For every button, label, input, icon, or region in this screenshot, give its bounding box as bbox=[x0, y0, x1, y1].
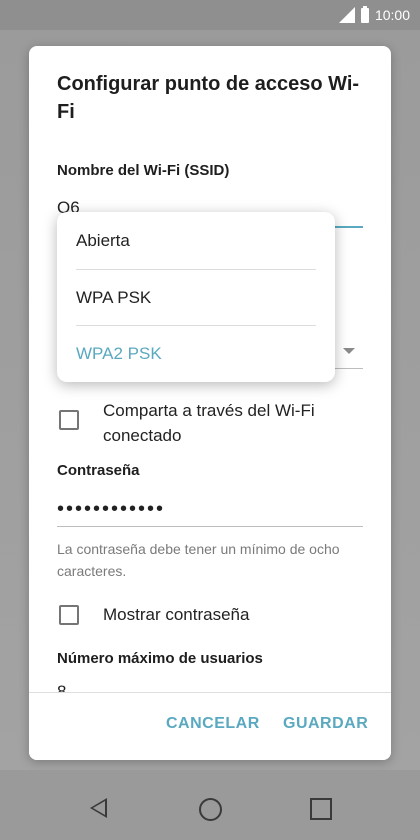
security-options-popup: Abierta WPA PSK WPA2 PSK bbox=[57, 212, 335, 382]
show-password-checkbox[interactable] bbox=[59, 605, 79, 625]
status-icons: 10:00 bbox=[338, 5, 410, 25]
password-input-underline bbox=[57, 526, 363, 527]
show-password-row[interactable]: Mostrar contraseña bbox=[59, 602, 363, 627]
save-button[interactable]: GUARDAR bbox=[283, 715, 368, 733]
battery-icon bbox=[360, 5, 369, 23]
dialog-footer: CANCELAR GUARDAR bbox=[29, 693, 391, 760]
max-users-label: Número máximo de usuarios bbox=[57, 650, 263, 667]
status-bar: 10:00 bbox=[0, 0, 420, 30]
hotspot-config-dialog: Configurar punto de acceso Wi-Fi Nombre … bbox=[29, 46, 391, 760]
share-wifi-checkbox[interactable] bbox=[59, 410, 79, 430]
security-option-open[interactable]: Abierta bbox=[57, 213, 335, 269]
recents-icon[interactable] bbox=[310, 798, 332, 820]
status-time: 10:00 bbox=[374, 7, 410, 23]
dropdown-arrow-icon[interactable] bbox=[343, 348, 355, 354]
password-input[interactable]: •••••••••••• bbox=[57, 498, 165, 521]
share-wifi-label: Comparta a través del Wi-Fi conectado bbox=[103, 401, 315, 445]
share-wifi-row[interactable]: Comparta a través del Wi-Fi conectado bbox=[59, 398, 363, 448]
show-password-label: Mostrar contraseña bbox=[103, 605, 250, 624]
back-icon[interactable] bbox=[90, 798, 107, 818]
security-option-wpa-psk[interactable]: WPA PSK bbox=[57, 270, 335, 326]
signal-icon bbox=[338, 7, 355, 23]
home-icon[interactable] bbox=[199, 798, 222, 821]
password-hint: La contraseña debe tener un mínimo de oc… bbox=[57, 541, 340, 579]
navigation-bar bbox=[0, 770, 420, 840]
ssid-label: Nombre del Wi-Fi (SSID) bbox=[57, 162, 230, 179]
password-label: Contraseña bbox=[57, 462, 140, 479]
dialog-title: Configurar punto de acceso Wi-Fi bbox=[57, 73, 360, 123]
security-option-wpa2-psk[interactable]: WPA2 PSK bbox=[57, 326, 335, 382]
cancel-button[interactable]: CANCELAR bbox=[166, 715, 260, 733]
